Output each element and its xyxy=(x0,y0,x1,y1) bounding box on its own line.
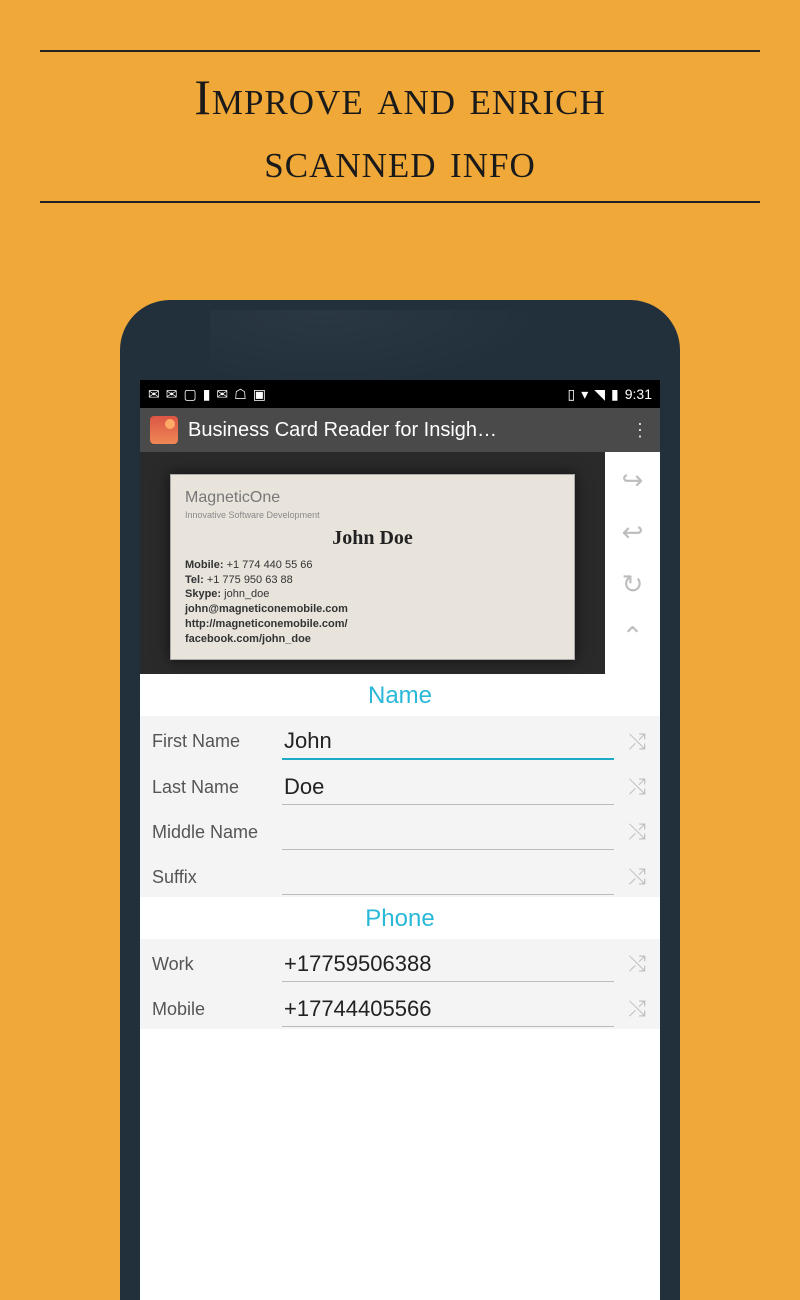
shuffle-icon[interactable]: ⤭ xyxy=(624,951,650,977)
mobile-phone-input[interactable] xyxy=(282,992,614,1027)
headline-line2: scanned info xyxy=(264,132,535,188)
undo-icon[interactable]: ↩ xyxy=(622,518,644,548)
card-skype-label: Skype: xyxy=(185,588,221,600)
status-right: ▯ ▾ ◥ ▮ 9:31 xyxy=(568,386,653,402)
card-url: http://magneticonemobile.com/ xyxy=(185,618,348,630)
suffix-label: Suffix xyxy=(152,867,272,888)
mail-icon: ✉ xyxy=(148,387,160,401)
wifi-icon: ▾ xyxy=(581,387,588,401)
overflow-menu-icon[interactable]: ⋮ xyxy=(630,420,650,441)
card-tel: +1 775 950 63 88 xyxy=(207,574,293,586)
phone-screen: ✉ ✉ ▢ ▮ ✉ ☖ ▣ ▯ ▾ ◥ ▮ 9:31 Business Card… xyxy=(140,380,660,1300)
divider xyxy=(40,201,760,203)
phone-frame: ✉ ✉ ▢ ▮ ✉ ☖ ▣ ▯ ▾ ◥ ▮ 9:31 Business Card… xyxy=(120,300,680,1300)
card-tel-label: Tel: xyxy=(185,574,204,586)
card-email: john@magneticonemobile.com xyxy=(185,603,348,615)
row-work-phone: Work ⤭ xyxy=(140,939,660,984)
card-preview-area: MagneticOne Innovative Software Developm… xyxy=(140,452,660,674)
last-name-input[interactable] xyxy=(282,770,614,805)
row-mobile-phone: Mobile ⤭ xyxy=(140,984,660,1029)
mobile-phone-label: Mobile xyxy=(152,999,272,1020)
card-mobile: +1 774 440 55 66 xyxy=(227,559,313,571)
card-facebook: facebook.com/john_doe xyxy=(185,633,311,645)
scanned-card-photo[interactable]: MagneticOne Innovative Software Developm… xyxy=(140,452,605,674)
redo-icon[interactable]: ↪ xyxy=(622,466,644,496)
phone-form: Work ⤭ Mobile ⤭ xyxy=(140,939,660,1029)
mail-icon: ✉ xyxy=(166,387,178,401)
image-icon: ▢ xyxy=(183,387,196,401)
shuffle-icon[interactable]: ⤭ xyxy=(624,819,650,845)
work-phone-input[interactable] xyxy=(282,947,614,982)
promo-headline: Improve and enrich scanned info xyxy=(40,52,760,201)
promo-headline-block: Improve and enrich scanned info xyxy=(0,0,800,233)
row-last-name: Last Name ⤭ xyxy=(140,762,660,807)
card-skype: john_doe xyxy=(224,588,269,600)
shuffle-icon[interactable]: ⤭ xyxy=(624,996,650,1022)
shuffle-icon[interactable]: ⤭ xyxy=(624,774,650,800)
app-bar: Business Card Reader for Insigh… ⋮ xyxy=(140,408,660,452)
row-suffix: Suffix ⤭ xyxy=(140,852,660,897)
card-actions-column: ↪ ↩ ↻ ⌃ xyxy=(605,452,660,674)
card-tagline: Innovative Software Development xyxy=(185,509,560,521)
refresh-icon[interactable]: ↻ xyxy=(622,570,644,600)
vibrate-icon: ▯ xyxy=(568,387,576,401)
shuffle-icon[interactable]: ⤭ xyxy=(624,864,650,890)
row-middle-name: Middle Name ⤭ xyxy=(140,807,660,852)
headline-line1: Improve and enrich xyxy=(194,69,606,125)
signal-icon: ◥ xyxy=(594,387,605,401)
inbox-icon: ☖ xyxy=(234,387,247,401)
folder-icon: ▮ xyxy=(203,387,211,401)
middle-name-input[interactable] xyxy=(282,815,614,850)
status-left: ✉ ✉ ▢ ▮ ✉ ☖ ▣ xyxy=(148,387,266,401)
app-icon[interactable] xyxy=(150,416,178,444)
play-store-icon: ▣ xyxy=(253,387,266,401)
collapse-up-icon[interactable]: ⌃ xyxy=(622,622,644,652)
mail-icon: ✉ xyxy=(216,387,228,401)
section-header-name: Name xyxy=(140,674,660,716)
card-contact-name: John Doe xyxy=(185,525,560,552)
middle-name-label: Middle Name xyxy=(152,822,272,843)
row-first-name: First Name ⤭ xyxy=(140,716,660,762)
card-brand: MagneticOne xyxy=(185,489,280,506)
app-title: Business Card Reader for Insigh… xyxy=(188,419,630,442)
business-card: MagneticOne Innovative Software Developm… xyxy=(170,474,575,660)
content-area: MagneticOne Innovative Software Developm… xyxy=(140,452,660,1300)
section-header-phone: Phone xyxy=(140,897,660,939)
name-form: First Name ⤭ Last Name ⤭ Middle Name ⤭ S… xyxy=(140,716,660,897)
battery-icon: ▮ xyxy=(611,387,619,401)
last-name-label: Last Name xyxy=(152,777,272,798)
work-phone-label: Work xyxy=(152,954,272,975)
status-time: 9:31 xyxy=(625,386,652,402)
first-name-label: First Name xyxy=(152,731,272,752)
first-name-input[interactable] xyxy=(282,724,614,760)
suffix-input[interactable] xyxy=(282,860,614,895)
shuffle-icon[interactable]: ⤭ xyxy=(624,729,650,755)
status-bar: ✉ ✉ ▢ ▮ ✉ ☖ ▣ ▯ ▾ ◥ ▮ 9:31 xyxy=(140,380,660,408)
card-mobile-label: Mobile: xyxy=(185,559,224,571)
